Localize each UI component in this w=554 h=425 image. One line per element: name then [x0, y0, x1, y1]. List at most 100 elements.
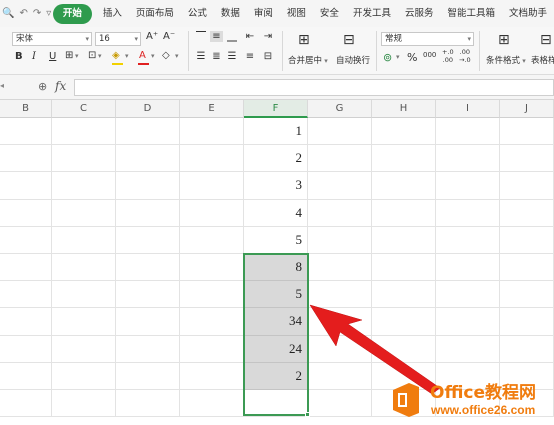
column-header-j[interactable]: J — [500, 100, 554, 118]
cell-f[interactable]: 1 — [244, 118, 308, 146]
column-header-d[interactable]: D — [116, 100, 180, 118]
cell-f[interactable]: 5 — [244, 281, 308, 309]
cell[interactable] — [180, 362, 244, 390]
cell-f[interactable] — [244, 390, 308, 418]
cell[interactable] — [52, 390, 116, 418]
cell[interactable] — [52, 308, 116, 336]
indent-increase-icon[interactable]: ⇥ — [262, 31, 274, 42]
cell[interactable] — [500, 254, 554, 282]
cell[interactable] — [116, 254, 180, 282]
cell-f[interactable]: 2 — [244, 145, 308, 173]
tab-data[interactable]: 数据 — [214, 4, 247, 24]
cell-f[interactable]: 5 — [244, 226, 308, 254]
tab-security[interactable]: 安全 — [313, 4, 346, 24]
cell[interactable] — [436, 145, 500, 173]
cell[interactable] — [0, 199, 52, 227]
cell[interactable] — [500, 226, 554, 254]
cell[interactable] — [372, 172, 436, 200]
font-size-select[interactable]: 16 ▾ — [95, 32, 141, 46]
cell[interactable] — [0, 308, 52, 336]
cell[interactable] — [500, 199, 554, 227]
chevron-down-icon[interactable]: ▾ — [125, 52, 129, 60]
font-name-select[interactable]: 宋体 ▾ — [12, 32, 92, 46]
conditional-format-icon[interactable]: ⊞ — [498, 32, 510, 48]
cell[interactable] — [52, 118, 116, 146]
cell[interactable] — [500, 118, 554, 146]
justify-icon[interactable]: ≡ — [244, 51, 256, 62]
cell[interactable] — [500, 172, 554, 200]
chevron-down-icon[interactable]: ▾ — [75, 52, 79, 60]
cell[interactable] — [500, 308, 554, 336]
chevron-down-icon[interactable]: ▾ — [151, 52, 155, 60]
fill-color-icon[interactable]: ◈ — [112, 50, 120, 61]
tab-formulas[interactable]: 公式 — [181, 4, 214, 24]
column-header-g[interactable]: G — [308, 100, 372, 118]
cell-f[interactable]: 4 — [244, 199, 308, 227]
cell[interactable] — [180, 281, 244, 309]
cell-f[interactable]: 24 — [244, 335, 308, 363]
align-bottom-icon[interactable]: ⎽ — [226, 31, 238, 42]
tab-insert[interactable]: 插入 — [96, 4, 129, 24]
chevron-down-icon[interactable]: ▾ — [98, 52, 102, 60]
cell[interactable] — [180, 226, 244, 254]
cell[interactable] — [308, 199, 372, 227]
number-format-select[interactable]: 常规 ▾ — [381, 32, 474, 46]
cell-f[interactable]: 8 — [244, 254, 308, 282]
fx-button[interactable]: fx — [55, 79, 66, 93]
formula-input[interactable] — [74, 79, 554, 96]
align-top-icon[interactable]: ⎺ — [195, 31, 207, 42]
cell[interactable] — [0, 390, 52, 418]
cell[interactable] — [436, 172, 500, 200]
merge-center-icon[interactable]: ⊞ — [298, 32, 310, 48]
align-left-icon[interactable]: ☰ — [195, 51, 207, 62]
cell[interactable] — [52, 199, 116, 227]
italic-button[interactable]: I — [32, 51, 36, 62]
cell[interactable] — [0, 145, 52, 173]
cell[interactable] — [372, 145, 436, 173]
cell[interactable] — [180, 199, 244, 227]
cell[interactable] — [116, 281, 180, 309]
distribute-icon[interactable]: ⊟ — [262, 51, 274, 62]
column-header-c[interactable]: C — [52, 100, 116, 118]
cell[interactable] — [0, 281, 52, 309]
cell[interactable] — [52, 254, 116, 282]
cell[interactable] — [116, 199, 180, 227]
wrap-text-icon[interactable]: ⊟ — [343, 32, 355, 48]
cell[interactable] — [116, 145, 180, 173]
chevron-down-icon[interactable]: ▾ — [396, 53, 400, 61]
cell[interactable] — [436, 199, 500, 227]
conditional-format-button[interactable]: 条件格式 ▾ — [486, 54, 526, 66]
bold-button[interactable]: B — [15, 51, 23, 62]
cell[interactable] — [180, 390, 244, 418]
tab-review[interactable]: 审阅 — [247, 4, 280, 24]
cell[interactable] — [436, 118, 500, 146]
cell[interactable] — [52, 226, 116, 254]
cell[interactable] — [52, 172, 116, 200]
redo-icon[interactable]: ↷ — [33, 8, 41, 19]
percent-button[interactable]: % — [407, 51, 417, 64]
cell[interactable] — [500, 145, 554, 173]
cell[interactable] — [0, 362, 52, 390]
cell[interactable] — [436, 254, 500, 282]
cell[interactable] — [308, 254, 372, 282]
cell[interactable] — [308, 145, 372, 173]
cell[interactable] — [500, 335, 554, 363]
cell[interactable] — [180, 254, 244, 282]
cell[interactable] — [116, 308, 180, 336]
table-style-button[interactable]: 表格样 — [531, 54, 554, 66]
cell[interactable] — [180, 145, 244, 173]
clear-format-icon[interactable]: ◇ — [162, 50, 170, 61]
align-center-icon[interactable]: ≣ — [210, 51, 223, 62]
cell[interactable] — [52, 335, 116, 363]
chevron-down-icon[interactable]: ▾ — [175, 52, 179, 60]
cell[interactable] — [52, 281, 116, 309]
cell[interactable] — [0, 335, 52, 363]
undo-icon[interactable]: ↶ — [19, 8, 27, 19]
name-box-chevron-icon[interactable]: ◂ — [0, 81, 4, 90]
table-style-icon[interactable]: ⊟ — [540, 32, 552, 48]
tab-view[interactable]: 视图 — [280, 4, 313, 24]
cell-f[interactable]: 2 — [244, 362, 308, 390]
cell[interactable] — [0, 118, 52, 146]
cell[interactable] — [180, 118, 244, 146]
cell[interactable] — [52, 362, 116, 390]
